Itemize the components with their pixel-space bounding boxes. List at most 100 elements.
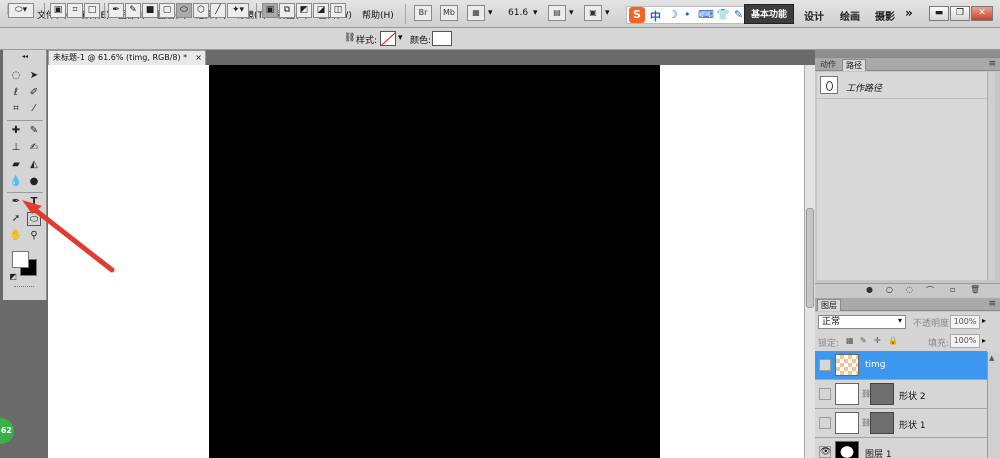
tool-preset-picker[interactable]: ⬭▾: [8, 3, 34, 18]
default-colors-icon[interactable]: ◩: [6, 270, 20, 284]
dot-icon[interactable]: •: [684, 8, 691, 21]
fill-field[interactable]: 100%: [950, 334, 980, 348]
layer-row-layer-1[interactable]: 👁 图层 1: [815, 438, 987, 458]
layer-visibility-toggle[interactable]: [819, 417, 831, 429]
tab-paths[interactable]: 路径: [842, 59, 866, 71]
bridge-button[interactable]: Br: [414, 5, 432, 21]
stroke-path-icon[interactable]: ○: [886, 285, 893, 294]
paths-scrollbar[interactable]: [987, 72, 995, 280]
eraser-icon[interactable]: ▰: [9, 158, 23, 172]
lasso-icon[interactable]: ℓ: [9, 86, 23, 100]
paths-mode[interactable]: ⌗: [67, 3, 83, 18]
sogou-logo[interactable]: S: [629, 7, 645, 23]
workspace-photography[interactable]: 摄影: [875, 8, 895, 23]
layer-row-shape-2[interactable]: ⛓ 形状 2: [815, 380, 987, 409]
link-icon[interactable]: ⛓: [344, 33, 355, 43]
lock-position-icon[interactable]: ✛: [874, 336, 881, 345]
workspace-essentials[interactable]: 基本功能: [744, 4, 794, 24]
workspace-design[interactable]: 设计: [804, 8, 824, 23]
layer-visibility-toggle[interactable]: [819, 359, 831, 371]
minimize-button[interactable]: ▬: [929, 6, 949, 21]
shirt-icon[interactable]: 👕: [716, 8, 730, 21]
screen-mode-button[interactable]: ▣: [584, 5, 602, 21]
polygon-option[interactable]: ⬡: [193, 3, 209, 18]
pen-tool-option[interactable]: ✒: [108, 3, 124, 18]
subtract-mode[interactable]: ◩: [296, 3, 312, 18]
move-icon[interactable]: ➤: [27, 69, 41, 83]
document-tab[interactable]: 未标题-1 @ 61.6% (timg, RGB/8) * ×: [48, 50, 206, 65]
workspace-more[interactable]: »: [905, 6, 913, 20]
mini-bridge-button[interactable]: Mb: [440, 5, 458, 21]
layer-row-timg[interactable]: timg: [815, 351, 987, 380]
lock-all-icon[interactable]: 🔒: [888, 336, 898, 345]
marquee-icon[interactable]: ◌: [9, 69, 23, 83]
line-option[interactable]: ╱: [210, 3, 226, 18]
toolbox-collapse-icon[interactable]: ◂◂: [7, 54, 43, 60]
paths-panel-menu-icon[interactable]: ≡: [988, 59, 996, 69]
document-canvas[interactable]: [209, 65, 660, 458]
scrollbar-thumb[interactable]: [806, 208, 814, 308]
fill-arrow[interactable]: ▸: [982, 336, 986, 345]
tab-actions[interactable]: 动作: [817, 59, 839, 71]
zoom-arrow[interactable]: ▾: [533, 8, 538, 18]
hand-tool-icon[interactable]: ✋: [9, 229, 23, 243]
quick-select-icon[interactable]: ✐: [27, 86, 41, 100]
lock-transparent-icon[interactable]: ▦: [846, 336, 854, 345]
brush-icon[interactable]: ✎: [27, 124, 41, 138]
delete-path-icon[interactable]: 🗑: [970, 285, 980, 294]
scroll-up-icon[interactable]: ▲: [989, 354, 994, 362]
close-document-icon[interactable]: ×: [195, 51, 202, 65]
layer-row-shape-1[interactable]: ⛓ 形状 1: [815, 409, 987, 438]
moon-icon[interactable]: ☽: [668, 8, 678, 21]
ellipse-option[interactable]: ⬭: [176, 3, 192, 18]
eyedropper-icon[interactable]: ⁄: [27, 102, 41, 116]
arrange-arrow[interactable]: ▾: [569, 8, 574, 18]
fill-path-icon[interactable]: ●: [866, 285, 873, 294]
paint-bucket-icon[interactable]: ◭: [27, 158, 41, 172]
quick-mask-icon[interactable]: [14, 286, 34, 289]
opacity-arrow[interactable]: ▸: [982, 316, 986, 325]
crop-icon[interactable]: ⌗: [9, 102, 23, 116]
close-button[interactable]: ✕: [971, 6, 993, 21]
zoom-tool-icon[interactable]: ⚲: [27, 229, 41, 243]
blur-icon[interactable]: 💧: [9, 175, 23, 189]
keyboard-icon[interactable]: ⌨: [698, 8, 714, 21]
eye-icon[interactable]: 👁: [819, 446, 831, 458]
shape-layers-mode[interactable]: ▣: [50, 3, 66, 18]
path-selection-icon[interactable]: ➚: [9, 212, 23, 226]
freeform-pen-option[interactable]: ✎: [125, 3, 141, 18]
workspace-painting[interactable]: 绘画: [840, 8, 860, 23]
opacity-field[interactable]: 100%: [950, 315, 980, 329]
settings-icon[interactable]: ✎: [734, 8, 743, 21]
make-work-path-icon[interactable]: ⌒: [926, 285, 934, 296]
arrange-documents-button[interactable]: ▤: [548, 5, 566, 21]
new-path-icon[interactable]: ▫: [950, 285, 955, 294]
menu-help[interactable]: 帮助(H): [362, 8, 394, 21]
exclude-mode[interactable]: ◫: [330, 3, 346, 18]
add-mode[interactable]: ⧉: [279, 3, 295, 18]
clone-stamp-icon[interactable]: ⊥: [9, 141, 23, 155]
intersect-mode[interactable]: ◪: [313, 3, 329, 18]
foreground-color-swatch[interactable]: [12, 251, 29, 268]
load-selection-icon[interactable]: ◌: [906, 285, 913, 294]
layers-panel-menu-icon[interactable]: ≡: [988, 299, 996, 309]
path-item[interactable]: [817, 73, 994, 99]
view-extras-button[interactable]: ▦: [467, 5, 485, 21]
color-picker[interactable]: [432, 31, 452, 46]
layers-scrollbar[interactable]: [987, 352, 1000, 458]
custom-shape-option[interactable]: ✦▾: [227, 3, 249, 18]
style-picker[interactable]: [380, 31, 396, 46]
style-arrow[interactable]: ▾: [398, 33, 403, 43]
lock-image-icon[interactable]: ✎: [860, 336, 867, 345]
rounded-rectangle-option[interactable]: ▢: [159, 3, 175, 18]
type-tool-icon[interactable]: T: [27, 195, 41, 209]
ime-language-toggle[interactable]: 中: [650, 8, 661, 24]
tab-layers[interactable]: 图层: [817, 299, 841, 311]
dodge-icon[interactable]: ●: [27, 175, 41, 189]
new-layer-mode[interactable]: ▣: [262, 3, 278, 18]
blend-mode-select[interactable]: 正常: [818, 315, 906, 329]
healing-brush-icon[interactable]: ✚: [9, 124, 23, 138]
rectangle-option[interactable]: ■: [142, 3, 158, 18]
layer-visibility-toggle[interactable]: [819, 388, 831, 400]
fill-pixels-mode[interactable]: □: [84, 3, 100, 18]
